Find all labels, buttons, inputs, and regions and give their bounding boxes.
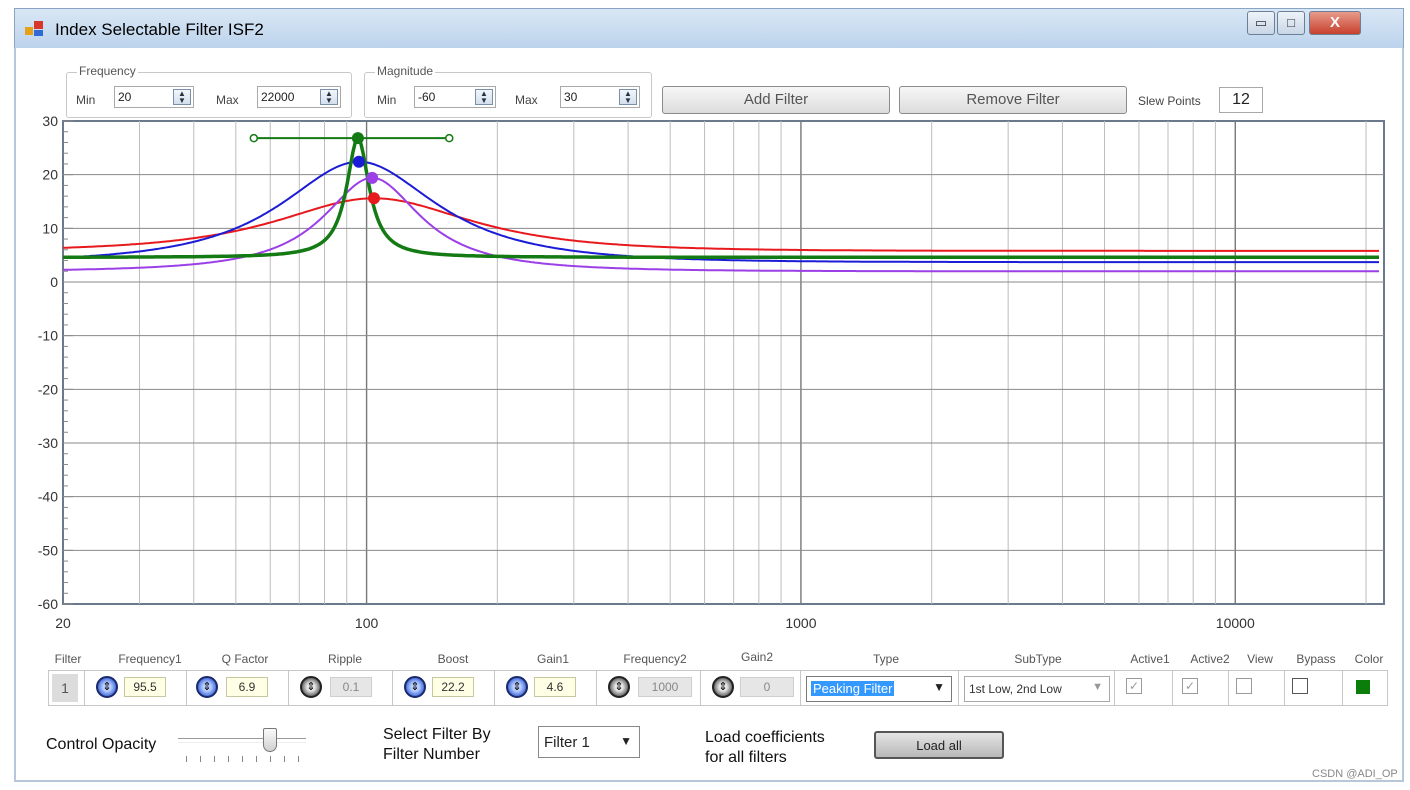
y-tick-label: -40 — [38, 489, 58, 505]
filter-number-dropdown[interactable]: Filter 1 ▼ — [538, 726, 640, 758]
header-frequency2: Frequency2 — [623, 652, 687, 666]
y-tick-label: -30 — [38, 435, 58, 451]
header-boost: Boost — [437, 652, 469, 666]
view-checkbox[interactable] — [1236, 678, 1252, 694]
gain1-value[interactable]: 4.6 — [534, 677, 576, 697]
active1-checkbox[interactable]: ✓ — [1126, 678, 1142, 694]
control-opacity-label: Control Opacity — [46, 736, 157, 753]
peak-handle-3[interactable] — [352, 155, 365, 168]
frequency-response-chart[interactable]: 3020100-10-20-30-40-50-6020 100 1000 10000 — [0, 0, 1410, 640]
header-ripple: Ripple — [327, 652, 363, 666]
header-view: View — [1247, 652, 1273, 666]
slider-ticks — [186, 756, 302, 762]
cell-divider — [186, 670, 187, 706]
header-q-factor: Q Factor — [221, 652, 269, 666]
y-tick-label: -50 — [38, 542, 58, 558]
cell-divider — [596, 670, 597, 706]
ripple-knob-icon: ⇕ — [300, 676, 322, 698]
load-coefficients-label-line1: Load coefficients — [705, 729, 825, 746]
y-tick-label: 20 — [42, 167, 58, 183]
cell-divider — [1342, 670, 1343, 706]
plot-area — [62, 120, 1385, 605]
header-active1: Active1 — [1130, 652, 1170, 666]
cell-divider — [288, 670, 289, 706]
filter-number-cell: 1 — [52, 674, 78, 702]
slider-thumb[interactable] — [263, 728, 277, 752]
cell-divider — [392, 670, 393, 706]
active2-checkbox[interactable]: ✓ — [1182, 678, 1198, 694]
header-bypass: Bypass — [1296, 652, 1336, 666]
type-dropdown[interactable]: Peaking Filter ▼ — [806, 676, 952, 702]
load-coefficients-label-line2: for all filters — [705, 749, 787, 766]
y-tick-label: -20 — [38, 381, 58, 397]
y-tick-label: -60 — [38, 596, 58, 612]
subtype-dropdown[interactable]: 1st Low, 2nd Low ▼ — [964, 676, 1110, 702]
chevron-down-icon[interactable]: ▼ — [933, 680, 945, 694]
frequency2-knob-icon: ⇕ — [608, 676, 630, 698]
subtype-selected: 1st Low, 2nd Low — [969, 682, 1062, 696]
chart-grid — [62, 120, 1385, 605]
opacity-slider[interactable] — [178, 728, 308, 764]
slider-track — [178, 738, 306, 743]
load-all-button[interactable]: Load all — [874, 731, 1004, 759]
x-tick-label: 10000 — [1216, 615, 1255, 631]
gain2-value: 0 — [740, 677, 794, 697]
peak-handle-4[interactable] — [351, 132, 364, 145]
bypass-checkbox[interactable] — [1292, 678, 1308, 694]
x-tick-label: 1000 — [785, 615, 816, 631]
peak-handle-1[interactable] — [367, 192, 380, 205]
x-tick-label: 20 — [55, 615, 71, 631]
header-subtype: SubType — [1014, 652, 1062, 666]
bandwidth-handle-low — [249, 133, 259, 143]
y-tick-label: 0 — [50, 274, 58, 290]
q-factor-value[interactable]: 6.9 — [226, 677, 268, 697]
cell-divider — [958, 670, 959, 706]
boost-knob-icon[interactable]: ⇕ — [404, 676, 426, 698]
type-selected: Peaking Filter — [811, 681, 895, 696]
watermark: CSDN @ADI_OP — [1312, 768, 1398, 780]
cell-divider — [700, 670, 701, 706]
frequency2-value: 1000 — [638, 677, 692, 697]
select-filter-label-line2: Filter Number — [383, 746, 480, 763]
cell-divider — [1284, 670, 1285, 706]
cell-divider — [800, 670, 801, 706]
boost-value[interactable]: 22.2 — [432, 677, 474, 697]
filter-number-selected: Filter 1 — [544, 734, 590, 751]
frequency1-value[interactable]: 95.5 — [124, 677, 166, 697]
peak-handle-2[interactable] — [366, 171, 379, 184]
cell-divider — [1228, 670, 1229, 706]
ripple-value: 0.1 — [330, 677, 372, 697]
y-tick-label: 10 — [42, 220, 58, 236]
frequency1-knob-icon[interactable]: ⇕ — [96, 676, 118, 698]
chevron-down-icon[interactable]: ▼ — [620, 734, 632, 748]
y-tick-label: -10 — [38, 328, 58, 344]
cell-divider — [84, 670, 85, 706]
header-type: Type — [872, 652, 899, 666]
bandwidth-handle-high — [445, 133, 454, 143]
header-gain2: Gain2 — [740, 650, 774, 664]
gain2-knob-icon: ⇕ — [712, 676, 734, 698]
header-gain1: Gain1 — [536, 652, 570, 666]
x-tick-label: 100 — [355, 615, 379, 631]
cell-divider — [494, 670, 495, 706]
cell-divider — [1114, 670, 1115, 706]
chevron-down-icon[interactable]: ▼ — [1092, 681, 1103, 693]
header-active2: Active2 — [1190, 652, 1230, 666]
header-color: Color — [1354, 652, 1384, 666]
y-tick-label: 30 — [42, 113, 58, 129]
header-filter: Filter — [54, 652, 82, 666]
q-factor-knob-icon[interactable]: ⇕ — [196, 676, 218, 698]
cell-divider — [1172, 670, 1173, 706]
gain1-knob-icon[interactable]: ⇕ — [506, 676, 528, 698]
header-frequency1: Frequency1 — [118, 652, 182, 666]
select-filter-label-line1: Select Filter By — [383, 726, 491, 743]
color-swatch[interactable] — [1356, 680, 1370, 694]
